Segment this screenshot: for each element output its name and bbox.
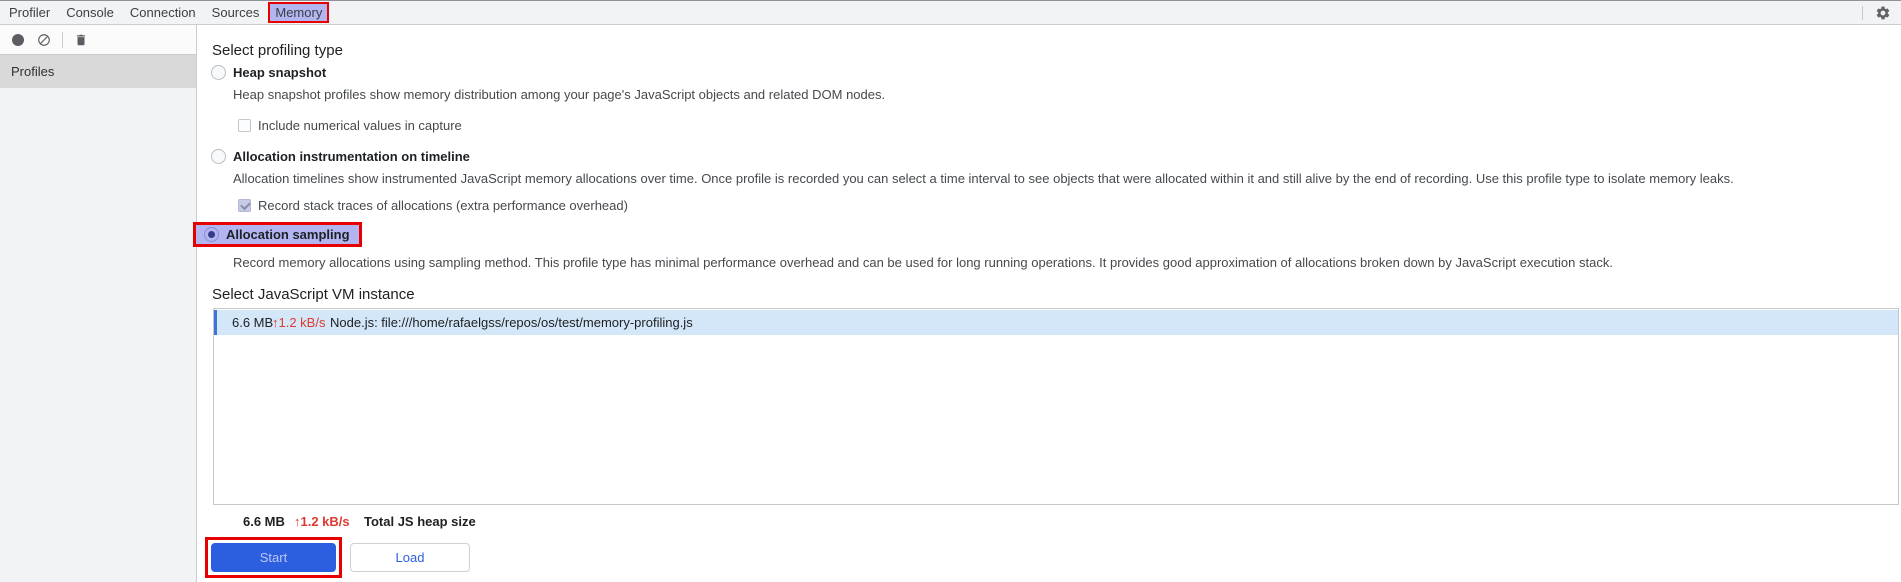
checkbox-icon-checked[interactable] xyxy=(238,199,251,212)
devtools-memory-panel: Profiler Console Connection Sources Memo… xyxy=(0,0,1901,582)
profiles-sidebar: Profiles xyxy=(0,25,197,582)
radio-option-heap-snapshot[interactable]: Heap snapshot xyxy=(211,65,326,80)
radio-icon[interactable] xyxy=(211,65,226,80)
tab-sources[interactable]: Sources xyxy=(205,1,267,24)
heap-snapshot-description: Heap snapshot profiles show memory distr… xyxy=(233,87,886,102)
vm-heap-size: 6.6 MB xyxy=(232,315,274,330)
vm-instance-heading: Select JavaScript VM instance xyxy=(212,286,415,303)
vm-instance-row[interactable]: 6.6 MB ↑1.2 kB/s Node.js: file:///home/r… xyxy=(214,310,1898,335)
memory-panel-content: Select profiling type Heap snapshot Heap… xyxy=(193,25,1901,582)
radio-option-allocation-sampling[interactable]: Allocation sampling xyxy=(193,222,362,247)
vm-instance-name: Node.js: file:///home/rafaelgss/repos/os… xyxy=(330,315,693,330)
radio-label: Allocation instrumentation on timeline xyxy=(233,149,470,164)
profiles-section-header: Profiles xyxy=(0,55,196,88)
profiles-list-empty xyxy=(0,88,196,582)
radio-icon[interactable] xyxy=(211,149,226,164)
load-button[interactable]: Load xyxy=(350,543,470,572)
total-heap-size-value: 6.6 MB xyxy=(243,514,285,529)
tab-console[interactable]: Console xyxy=(59,1,121,24)
radio-icon-selected[interactable] xyxy=(204,227,219,242)
allocation-timeline-description: Allocation timelines show instrumented J… xyxy=(233,171,1734,186)
profiles-toolbar xyxy=(0,25,196,55)
tab-profiler[interactable]: Profiler xyxy=(2,1,57,24)
checkbox-record-stack-traces[interactable]: Record stack traces of allocations (extr… xyxy=(238,198,628,213)
radio-option-allocation-timeline[interactable]: Allocation instrumentation on timeline xyxy=(211,149,470,164)
record-icon[interactable] xyxy=(12,33,24,46)
allocation-sampling-description: Record memory allocations using sampling… xyxy=(233,255,1613,270)
total-allocation-rate: ↑1.2 kB/s xyxy=(294,514,350,529)
clear-icon[interactable] xyxy=(37,33,51,47)
start-button-annotation-box: Start xyxy=(205,537,342,578)
vm-allocation-rate: ↑1.2 kB/s xyxy=(272,315,326,330)
tab-connection[interactable]: Connection xyxy=(123,1,203,24)
vm-instance-list[interactable]: 6.6 MB ↑1.2 kB/s Node.js: file:///home/r… xyxy=(213,308,1899,505)
checkbox-icon[interactable] xyxy=(238,119,251,132)
radio-label: Heap snapshot xyxy=(233,65,327,80)
checkbox-label: Include numerical values in capture xyxy=(258,118,462,133)
tab-memory[interactable]: Memory xyxy=(268,2,330,23)
trash-icon[interactable] xyxy=(74,33,88,47)
total-heap-size-label: Total JS heap size xyxy=(364,514,476,529)
gear-icon[interactable] xyxy=(1875,5,1891,21)
toolbar-divider xyxy=(1862,5,1863,20)
checkbox-label: Record stack traces of allocations (extr… xyxy=(258,198,628,213)
checkbox-include-numerical-values[interactable]: Include numerical values in capture xyxy=(238,118,462,133)
tabbar-right-area xyxy=(1862,1,1901,24)
toolbar-divider xyxy=(62,31,63,48)
profiling-type-heading: Select profiling type xyxy=(212,42,343,59)
panel-tab-bar: Profiler Console Connection Sources Memo… xyxy=(0,0,1901,25)
radio-label: Allocation sampling xyxy=(226,227,350,242)
start-button[interactable]: Start xyxy=(211,543,336,572)
